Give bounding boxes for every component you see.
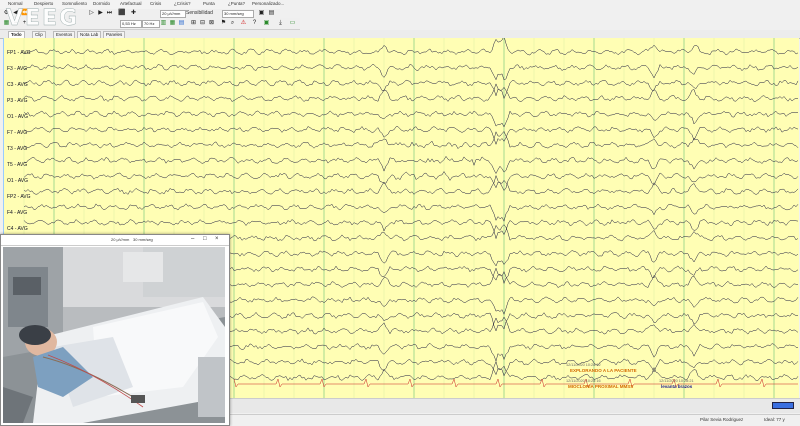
menu-punta-q[interactable]: ¿Punta?: [228, 1, 245, 6]
skip-icon[interactable]: ⏭: [106, 10, 113, 17]
menu-punta[interactable]: Punta: [203, 1, 215, 6]
eeg-trace: [23, 155, 799, 175]
video-window[interactable]: 20 µV/mm 30 mm/seg – □ ×: [0, 234, 230, 426]
menu-artefactual[interactable]: Artefactual: [120, 1, 142, 6]
channel-label: F3 - AVG: [7, 66, 28, 72]
ecg-trace: [233, 378, 798, 388]
eeg-trace: [23, 83, 799, 102]
annotation-text[interactable]: MIOCLONÍA PROXIMAL MMSS: [568, 384, 633, 389]
high-filter-select[interactable]: 70 Hz: [142, 20, 160, 28]
video-titlebar: 20 µV/mm 30 mm/seg – □ ×: [1, 235, 229, 246]
eeg-trace: [23, 203, 799, 222]
annotation-time: 12/11/2020 10:28:21: [659, 379, 694, 383]
grid-icon[interactable]: ▦: [169, 20, 176, 27]
sensitivity-label: Sensibilidad: [186, 10, 213, 16]
channel-label: C3 - AVG: [7, 82, 28, 88]
record-icon[interactable]: ⬛: [118, 10, 125, 17]
layout-icon[interactable]: ▤: [178, 20, 185, 27]
photo-icon[interactable]: ⊠: [208, 20, 215, 27]
search-icon[interactable]: ⌕: [229, 20, 236, 27]
sensitivity-select[interactable]: 20 µV/mm: [160, 10, 186, 18]
tab-nota-lab[interactable]: Nota Lab: [77, 31, 102, 38]
status-user: Pilar Sevia Rodriguez: [700, 417, 744, 422]
annotation-time: 12/11/2020 10:28:12: [566, 363, 601, 367]
timeline-thumb[interactable]: [772, 402, 794, 409]
tab-eventos[interactable]: Eventos: [53, 31, 76, 38]
channel-label: F4 - AVG: [7, 210, 28, 216]
annotation-text[interactable]: EXPLORANDO A LA PACIENTE: [570, 368, 637, 373]
eeg-trace: [23, 126, 799, 146]
status-ideal: Ideal: 77 y: [764, 417, 785, 422]
minimize-icon[interactable]: –: [191, 236, 194, 242]
channel-label: FP2 - AVG: [7, 194, 31, 200]
eeg-trace: [23, 130, 799, 150]
video-icon[interactable]: ▥: [160, 20, 167, 27]
marker-icon[interactable]: ⊞: [190, 20, 197, 27]
eeg-trace: [23, 38, 799, 56]
low-filter-select[interactable]: 0,53 Hz: [120, 20, 142, 28]
computer-icon[interactable]: ▭: [289, 20, 296, 27]
eeg-trace: [23, 79, 799, 100]
menu-personalizado[interactable]: Personalizado...: [252, 1, 284, 6]
video-timebase: 30 mm/seg: [133, 237, 153, 242]
menu-dormido[interactable]: Dormido: [93, 1, 110, 6]
help-icon[interactable]: ?: [251, 20, 258, 27]
tab-todo[interactable]: Todo: [8, 31, 25, 38]
forward-icon[interactable]: ▶: [97, 10, 104, 17]
timebase-select[interactable]: 30 mm/seg: [222, 10, 254, 18]
export-icon[interactable]: ⤓: [277, 20, 284, 27]
patient-video-frame: [3, 247, 225, 423]
eeg-trace: [23, 174, 799, 195]
save-icon[interactable]: ▣: [258, 10, 265, 17]
menu-crisis[interactable]: Crisis: [150, 1, 161, 6]
channel-label: F7 - AVG: [7, 130, 28, 136]
eeg-trace: [23, 171, 799, 191]
play-icon[interactable]: ▷: [88, 10, 95, 17]
channel-label: T5 - AVG: [7, 162, 28, 168]
channel-label: O1 - AVG: [7, 114, 29, 120]
tab-paneles[interactable]: Paneles: [103, 31, 126, 38]
channel-label: FP1 - AVG: [7, 50, 31, 56]
alarm-icon[interactable]: ⚠: [240, 20, 247, 27]
eeg-trace: [23, 63, 799, 81]
eeg-trace: [23, 110, 799, 128]
close-icon[interactable]: ×: [215, 236, 219, 242]
print-icon[interactable]: ▤: [268, 10, 275, 17]
monitor-icon[interactable]: ▣: [263, 20, 270, 27]
app-logo: VEEG: [6, 6, 80, 31]
channel-label: P3 - AVG: [7, 98, 28, 104]
bookmark-icon[interactable]: ⚑: [220, 20, 227, 27]
annotation-time: 12/11/2020 10:28:16: [566, 379, 601, 383]
video-sensitivity: 20 µV/mm: [111, 237, 130, 242]
annotation-text[interactable]: levanta brazos: [661, 384, 692, 389]
channel-label: O1 - AVG: [7, 178, 29, 184]
tab-clip[interactable]: Clip: [32, 31, 46, 38]
maximize-icon[interactable]: □: [203, 236, 207, 242]
ruler-icon[interactable]: ⊟: [199, 20, 206, 27]
menu-crisis-q[interactable]: ¿Crisis?: [174, 1, 191, 6]
cursor-icon[interactable]: ✚: [130, 10, 137, 17]
channel-label: T3 - AVG: [7, 146, 28, 152]
channel-label: C4 - AVG: [7, 226, 28, 232]
